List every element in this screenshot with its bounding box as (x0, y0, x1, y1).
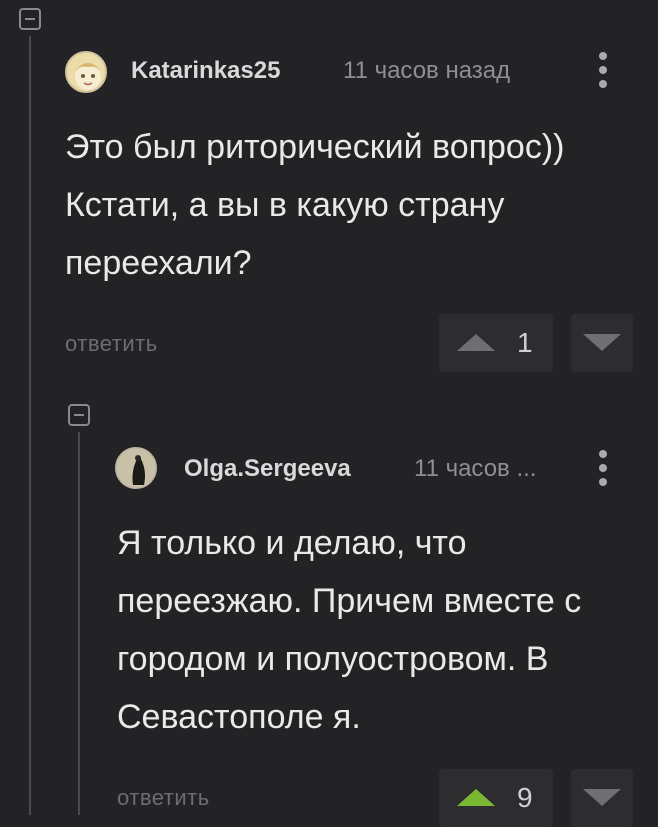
collapse-reply-toggle[interactable] (68, 404, 90, 426)
downvote-arrow-icon (583, 789, 621, 806)
upvote-button[interactable]: 9 (439, 769, 553, 827)
more-options-icon[interactable] (596, 450, 610, 490)
dark-figure-avatar-icon (117, 449, 155, 487)
cartoon-face-avatar-icon (75, 63, 101, 90)
avatar[interactable] (65, 51, 107, 93)
more-options-icon[interactable] (596, 52, 610, 92)
comment-author[interactable]: Katarinkas25 (131, 57, 280, 85)
comment-timestamp[interactable]: 11 часов ... (414, 455, 536, 483)
upvote-button[interactable]: 1 (439, 314, 553, 372)
comment-author[interactable]: Olga.Sergeeva (184, 455, 351, 483)
upvote-arrow-icon (457, 334, 495, 351)
comment-timestamp[interactable]: 11 часов назад (343, 57, 510, 85)
thread-line-reply (78, 432, 80, 815)
reply-button[interactable]: ответить (65, 331, 158, 357)
rating-count: 1 (517, 327, 533, 358)
reply-button[interactable]: ответить (117, 785, 210, 811)
downvote-arrow-icon (583, 334, 621, 351)
comment-body: Я только и делаю, что переезжаю. Причем … (117, 524, 582, 736)
comment-body: Это был риторический вопрос)) Кстати, а … (65, 128, 565, 282)
rating-count: 9 (517, 782, 533, 813)
downvote-button[interactable] (571, 314, 633, 372)
avatar[interactable] (115, 447, 157, 489)
collapse-thread-toggle[interactable] (19, 8, 41, 30)
downvote-button[interactable] (571, 769, 633, 827)
upvote-arrow-icon (457, 789, 495, 806)
thread-line-root (29, 36, 31, 815)
